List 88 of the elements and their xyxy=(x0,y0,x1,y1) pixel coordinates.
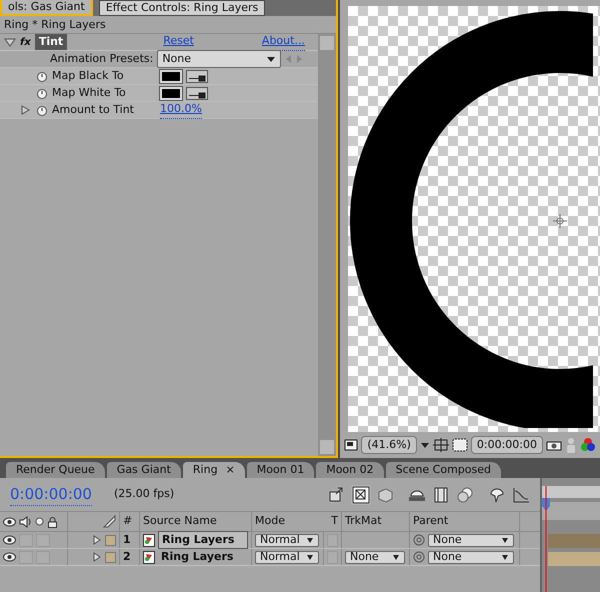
film-strip-icon[interactable] xyxy=(432,486,450,504)
panel-tab[interactable]: Effect Controls: Ring Layers xyxy=(98,0,266,16)
timeline-tab[interactable]: Gas Giant xyxy=(106,462,181,478)
solo-icon[interactable] xyxy=(35,517,44,526)
eyedropper-icon xyxy=(187,90,207,101)
column-header: # xyxy=(123,513,132,530)
zoom-dropdown[interactable]: (41.6%) xyxy=(361,436,417,454)
composition-icon xyxy=(143,550,155,564)
timeline-tab[interactable]: Ring × xyxy=(182,462,245,478)
draft-3d-icon[interactable] xyxy=(352,486,370,504)
switch-box[interactable] xyxy=(36,534,50,546)
grid-icon[interactable] xyxy=(432,438,449,452)
amount-value[interactable]: 100.0% xyxy=(160,101,202,119)
anchor-point-icon xyxy=(552,214,568,228)
column-header: Parent xyxy=(413,513,448,530)
region-icon[interactable] xyxy=(452,438,468,452)
caret-icon xyxy=(266,54,276,64)
layer-name[interactable]: Ring Layers xyxy=(158,548,248,566)
pick-whip-icon[interactable] xyxy=(413,551,425,563)
label-tag-icon xyxy=(102,514,116,528)
playhead-icon[interactable] xyxy=(542,486,550,592)
cube-icon[interactable] xyxy=(376,486,394,504)
switch-box[interactable] xyxy=(327,534,338,546)
eyedropper-button[interactable] xyxy=(186,86,208,100)
presets-dropdown[interactable]: None xyxy=(157,50,282,68)
composition-icon xyxy=(143,534,155,546)
expand-triangle-icon[interactable] xyxy=(92,551,102,563)
layer-name[interactable]: Ring Layers xyxy=(158,530,248,550)
parent-dropdown[interactable]: None xyxy=(428,534,514,546)
panel-tab[interactable]: ols: Gas Giant xyxy=(0,0,93,16)
eye-icon[interactable] xyxy=(3,552,16,562)
switch-box[interactable] xyxy=(36,550,50,564)
switch-box[interactable] xyxy=(327,550,338,564)
mode-dropdown[interactable]: Normal xyxy=(255,550,319,564)
caret-icon xyxy=(501,553,509,561)
close-tab-button[interactable]: × xyxy=(226,463,235,476)
property-name: Map Black To xyxy=(52,68,125,84)
column-header: TrkMat xyxy=(345,513,382,530)
color-channels-icon[interactable] xyxy=(580,437,596,453)
graph-editor-icon[interactable] xyxy=(512,486,530,504)
eye-icon[interactable] xyxy=(3,516,16,526)
monitor-icon[interactable] xyxy=(344,439,358,451)
pick-whip-icon[interactable] xyxy=(413,534,425,546)
column-header: Mode xyxy=(255,513,285,530)
expand-triangle-icon[interactable] xyxy=(92,534,102,546)
caret-icon[interactable] xyxy=(420,440,430,450)
caret-icon xyxy=(501,536,509,544)
timeline-tab[interactable]: Moon 01 xyxy=(246,462,314,478)
caret-icon xyxy=(306,536,314,544)
layer-number: 2 xyxy=(123,548,131,565)
caret-icon xyxy=(392,553,400,561)
camera-icon[interactable] xyxy=(546,439,562,451)
timeline-tab[interactable]: Scene Composed xyxy=(386,462,501,478)
stopwatch-icon[interactable] xyxy=(36,104,48,116)
label-color-chip[interactable] xyxy=(105,534,116,546)
scrollbar[interactable] xyxy=(318,34,336,456)
trkmat-dropdown[interactable]: None xyxy=(345,550,405,564)
fx-label: fx xyxy=(20,36,31,50)
color-swatch[interactable] xyxy=(160,86,182,100)
property-name: Amount to Tint xyxy=(52,102,135,118)
mode-dropdown[interactable]: Normal xyxy=(255,534,319,546)
expand-triangle-icon[interactable] xyxy=(20,104,32,116)
caret-icon xyxy=(306,553,314,561)
eye-icon[interactable] xyxy=(3,535,16,545)
parent-dropdown[interactable]: None xyxy=(428,550,514,564)
motion-blur-icon[interactable] xyxy=(456,486,474,504)
column-header: T xyxy=(331,513,338,530)
timeline-tab[interactable]: Render Queue xyxy=(6,462,105,478)
timeline-tab[interactable]: Moon 02 xyxy=(316,462,384,478)
color-swatch[interactable] xyxy=(160,70,182,82)
brain-icon[interactable] xyxy=(488,486,506,504)
property-name: Map White To xyxy=(52,84,127,101)
layer-number: 1 xyxy=(123,532,131,548)
fps-label: (25.00 fps) xyxy=(114,486,174,502)
lock-icon[interactable] xyxy=(47,516,58,528)
speaker-icon[interactable] xyxy=(19,516,32,528)
column-header: Source Name xyxy=(143,513,217,530)
switch-box[interactable] xyxy=(19,534,33,546)
label-color-chip[interactable] xyxy=(105,552,116,562)
expand-triangle-icon[interactable] xyxy=(4,36,16,48)
timecode-field[interactable]: 0:00:00:00 xyxy=(470,436,543,454)
stopwatch-icon[interactable] xyxy=(36,87,48,99)
eyedropper-button[interactable] xyxy=(186,70,208,82)
presets-label: Animation Presets: xyxy=(50,50,154,67)
switch-box[interactable] xyxy=(19,550,33,564)
eyedropper-icon xyxy=(187,72,207,84)
effect-name: Tint xyxy=(34,34,68,50)
stopwatch-icon[interactable] xyxy=(36,70,48,82)
